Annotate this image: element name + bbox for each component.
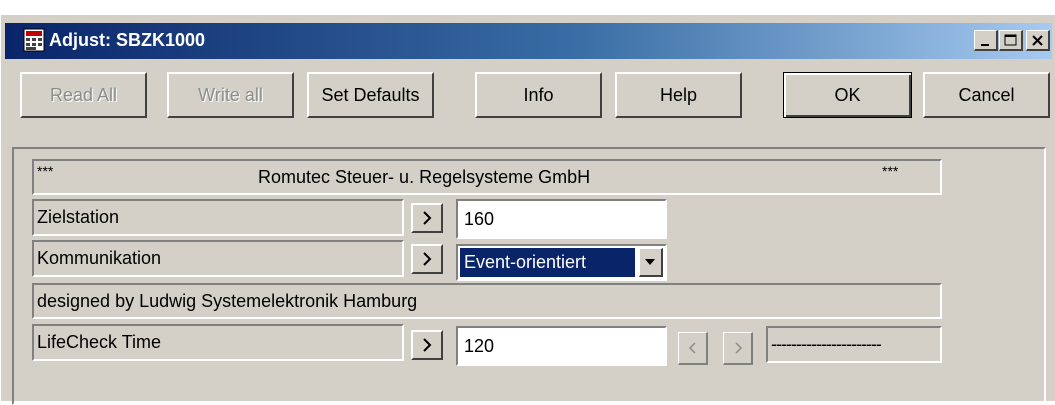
company-name: Romutec Steuer- u. Regelsysteme GmbH <box>258 167 591 187</box>
chevron-left-icon <box>688 342 696 354</box>
maximize-icon <box>1004 34 1017 46</box>
header-left-marker: *** <box>37 163 54 179</box>
zielstation-input[interactable]: 160 <box>456 199 667 239</box>
kommunikation-set-button[interactable] <box>411 244 443 274</box>
chevron-right-icon <box>423 211 432 225</box>
zielstation-value: 160 <box>464 209 495 229</box>
zielstation-set-button[interactable] <box>411 203 443 233</box>
close-button[interactable] <box>1026 30 1050 51</box>
kommunikation-select[interactable]: Event-orientiert <box>456 244 667 281</box>
info-button[interactable]: Info <box>475 72 602 118</box>
chevron-right-icon <box>423 338 432 352</box>
calculator-icon <box>23 28 45 52</box>
ok-button[interactable]: OK <box>783 72 912 118</box>
chevron-right-icon <box>423 252 432 266</box>
designed-by-text: designed by Ludwig Systemelektronik Hamb… <box>37 291 418 311</box>
kommunikation-dropdown-button[interactable] <box>639 248 663 277</box>
read-all-button[interactable]: Read All <box>20 72 147 118</box>
set-defaults-button[interactable]: Set Defaults <box>307 72 434 118</box>
adjust-window: Adjust: SBZK1000 Read All Write all Set … <box>0 14 1055 405</box>
header-right-marker: *** <box>882 163 899 179</box>
zielstation-label-cell: Zielstation <box>32 199 404 236</box>
lifecheck-value: 120 <box>464 336 495 356</box>
zielstation-label: Zielstation <box>37 207 120 227</box>
chevron-down-icon <box>645 259 655 265</box>
maximize-button[interactable] <box>999 30 1023 51</box>
minimize-icon <box>981 44 989 46</box>
lifecheck-label-cell: LifeCheck Time <box>32 324 404 361</box>
company-header: *** Romutec Steuer- u. Regelsysteme GmbH… <box>32 159 942 195</box>
lifecheck-label: LifeCheck Time <box>37 332 162 352</box>
write-all-button[interactable]: Write all <box>167 72 294 118</box>
designed-by-note: designed by Ludwig Systemelektronik Hamb… <box>32 283 942 319</box>
minimize-button[interactable] <box>974 30 998 51</box>
window-title: Adjust: SBZK1000 <box>49 30 206 50</box>
chevron-right-icon <box>734 342 742 354</box>
title-bar[interactable]: Adjust: SBZK1000 <box>5 23 1052 59</box>
help-button[interactable]: Help <box>615 72 742 118</box>
kommunikation-label-cell: Kommunikation <box>32 240 404 277</box>
lifecheck-set-button[interactable] <box>411 330 443 360</box>
close-icon <box>1032 35 1043 46</box>
kommunikation-value-text: Event-orientiert <box>464 252 587 272</box>
lifecheck-readout-text: ---------------------- <box>771 334 882 354</box>
lifecheck-decrease-button[interactable] <box>678 332 708 365</box>
lifecheck-increase-button[interactable] <box>723 332 753 365</box>
cancel-button[interactable]: Cancel <box>923 72 1050 118</box>
kommunikation-selected-value: Event-orientiert <box>460 248 635 277</box>
kommunikation-label: Kommunikation <box>37 248 162 268</box>
lifecheck-input[interactable]: 120 <box>456 326 667 366</box>
lifecheck-readout: ---------------------- <box>766 326 942 363</box>
